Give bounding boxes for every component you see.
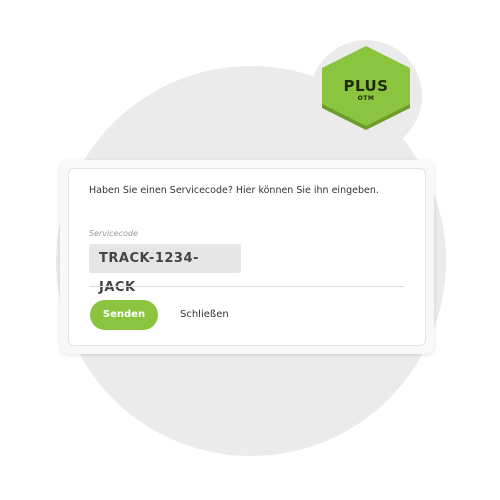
badge-subtitle: OTM [357, 95, 375, 102]
servicecode-label: Servicecode [89, 229, 138, 238]
close-link[interactable]: Schließen [180, 300, 229, 330]
form-prompt: Haben Sie einen Servicecode? Hier können… [89, 185, 379, 196]
service-code-card: Haben Sie einen Servicecode? Hier können… [60, 160, 434, 354]
plus-otm-badge: PLUS OTM [318, 46, 414, 130]
service-code-form: Haben Sie einen Servicecode? Hier können… [68, 168, 426, 346]
servicecode-input[interactable]: TRACK-1234-JACK [89, 244, 241, 295]
send-button[interactable]: Senden [90, 300, 158, 330]
badge-title: PLUS [343, 77, 389, 95]
form-divider [89, 286, 404, 287]
